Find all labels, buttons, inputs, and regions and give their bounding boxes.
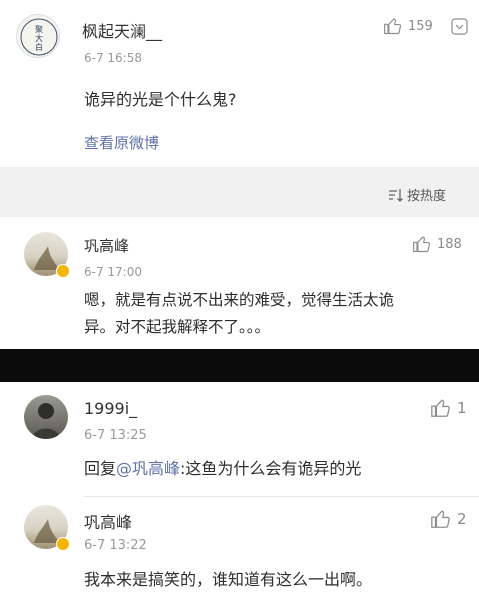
thumbs-up-icon	[413, 236, 431, 253]
avatar-post-author[interactable]: 聚 大 白	[16, 14, 60, 58]
comment-timestamp: 6-7 13:22	[84, 538, 147, 553]
sort-label: 按热度	[407, 189, 447, 204]
comment-text-line-2: 异。对不起我解释不了。。。	[84, 318, 271, 336]
screenshot-divider-band	[0, 349, 479, 382]
comment-timestamp: 6-7 13:25	[84, 428, 147, 443]
post-like-button[interactable]: 159	[383, 16, 433, 36]
seal-logo-icon: 聚 大 白	[20, 18, 58, 56]
post-author-name[interactable]: 枫起天澜__	[82, 18, 162, 42]
thumbs-up-icon	[384, 18, 402, 35]
comment-like-button[interactable]: 2	[430, 508, 467, 530]
svg-text:白: 白	[35, 42, 43, 52]
svg-text:大: 大	[35, 33, 43, 43]
verified-badge-icon	[56, 264, 70, 278]
view-original-weibo-link[interactable]: 查看原微博	[84, 132, 159, 153]
sort-icon	[389, 188, 403, 202]
comment-text: 我本来是搞笑的，谁知道有这么一出啊。	[84, 570, 373, 589]
comment-author-name[interactable]: 1999i_	[84, 399, 137, 418]
comment-timestamp: 6-7 17:00	[84, 265, 142, 279]
comment-like-button[interactable]: 1	[430, 397, 467, 419]
comment-like-button[interactable]: 188	[412, 234, 462, 254]
thumbs-up-icon	[431, 510, 450, 528]
sort-control[interactable]: 按热度	[388, 185, 446, 204]
reply-prefix: 回复	[84, 459, 117, 478]
thumbs-up-icon	[431, 399, 450, 417]
verified-badge-icon	[56, 537, 70, 551]
comment-author-name[interactable]: 巩高峰	[84, 235, 129, 256]
comment-text-line-1: 嗯，就是有点说不出来的难受，觉得生活太诡	[84, 291, 395, 309]
comment-divider	[84, 496, 479, 497]
comment-like-count: 1	[457, 399, 467, 417]
comment-like-count: 188	[437, 236, 462, 252]
mention-link[interactable]: @巩高峰	[116, 459, 180, 478]
comment-like-count: 2	[457, 510, 467, 528]
more-options-icon[interactable]	[451, 18, 468, 39]
svg-text:聚: 聚	[35, 25, 43, 34]
avatar-comment-author[interactable]	[24, 395, 68, 439]
post-text: 诡异的光是个什么鬼?	[84, 90, 237, 109]
post-timestamp: 6-7 16:58	[84, 51, 142, 65]
comment-author-name[interactable]: 巩高峰	[84, 509, 132, 533]
comment-reply-text: 回复@巩高峰:这鱼为什么会有诡异的光	[84, 455, 361, 482]
post-like-count: 159	[408, 18, 433, 34]
reply-body: :这鱼为什么会有诡异的光	[180, 459, 362, 478]
